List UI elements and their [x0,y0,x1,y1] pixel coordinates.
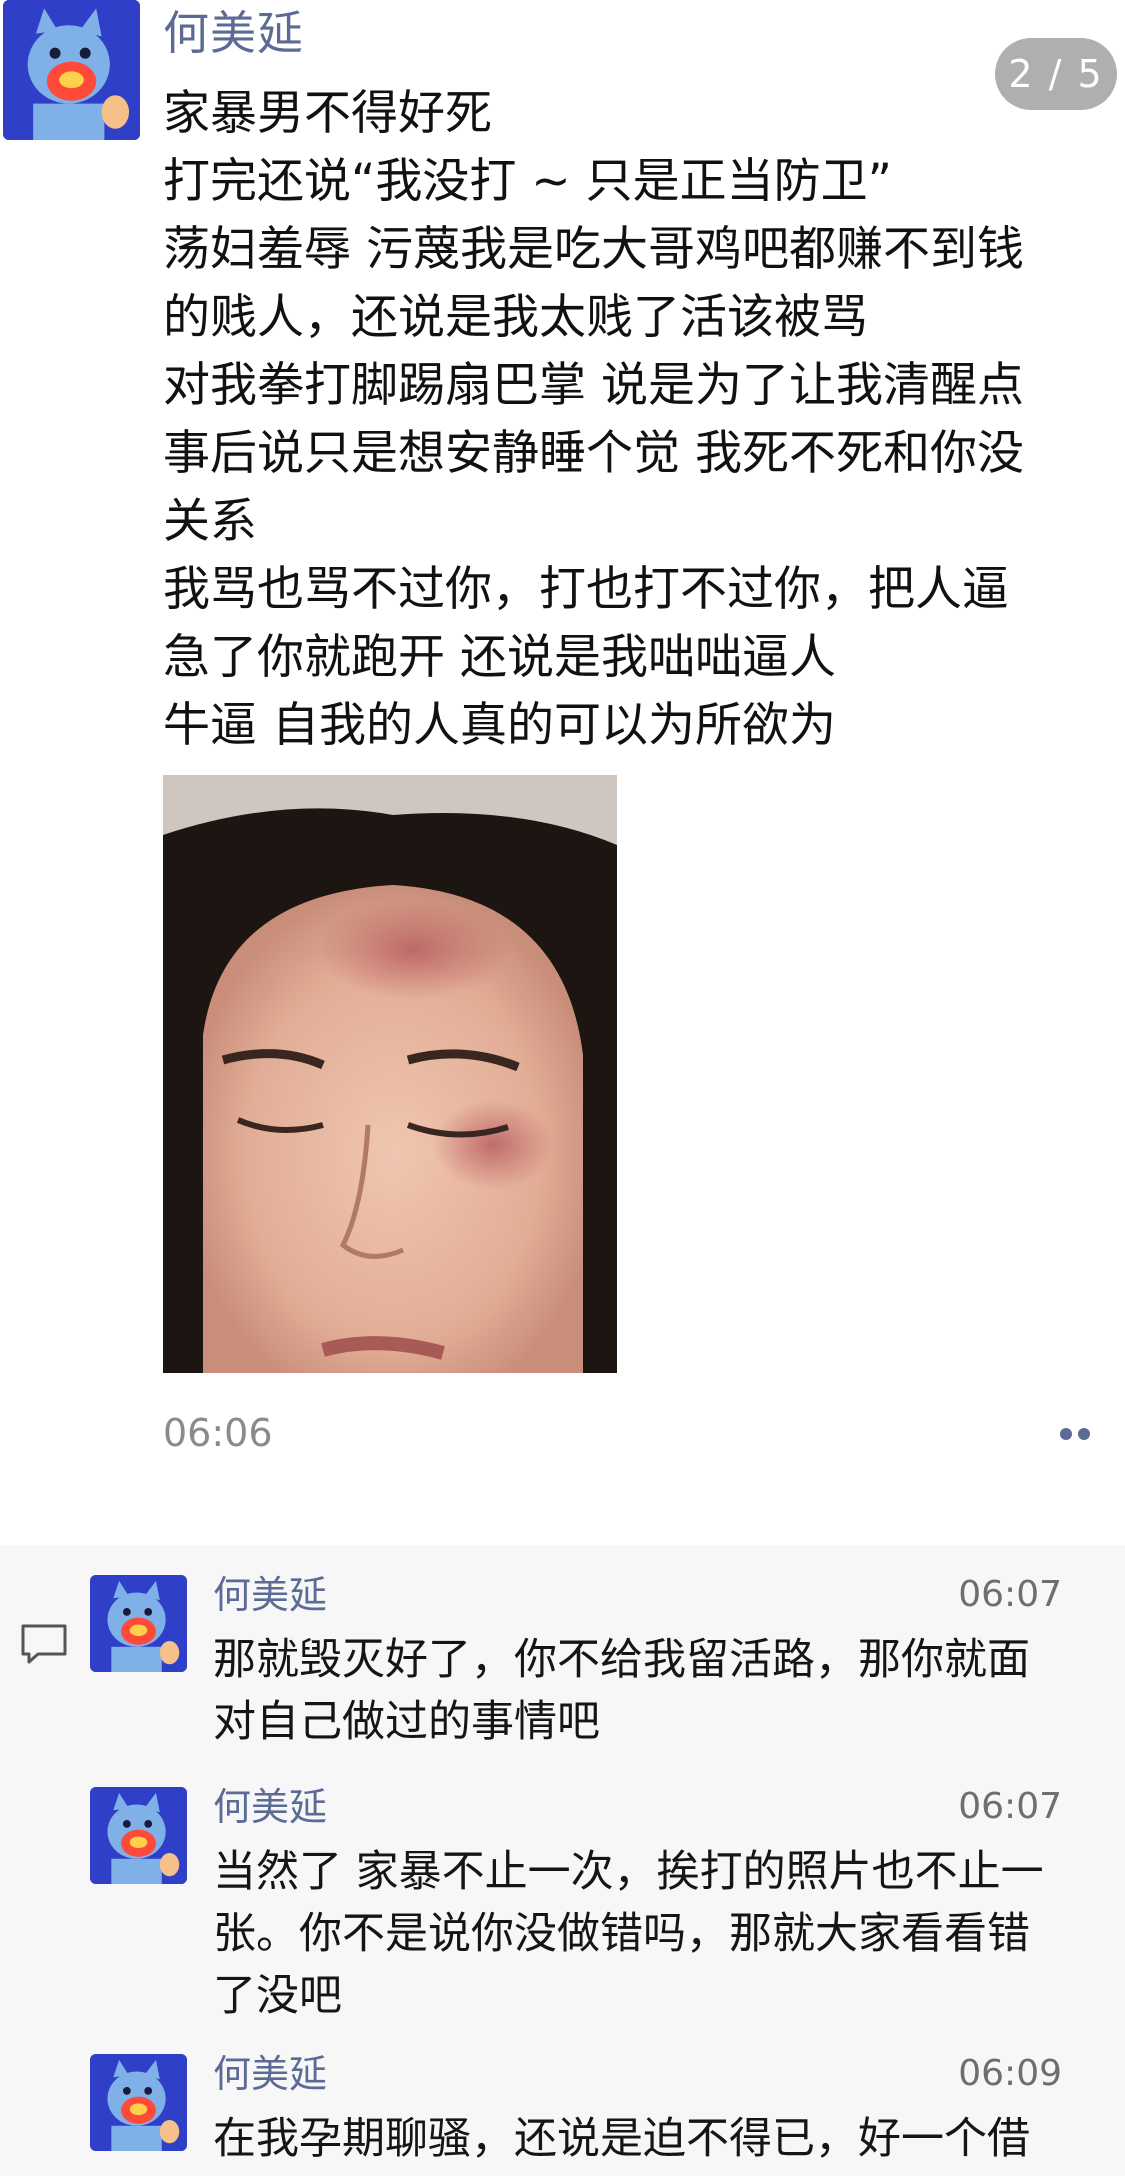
comment-item[interactable]: 何美延 06:09 在我孕期聊骚，还说是迫不得已，好一个借 [90,2034,1125,2176]
comment-text: 在我孕期聊骚，还说是迫不得已，好一个借 [213,2108,1073,2170]
commenter-avatar[interactable] [90,1787,187,1884]
cartoon-avatar-icon [90,1575,187,1672]
comment-timestamp: 06:07 [958,1574,1062,1615]
post-timestamp: 06:06 [163,1411,273,1455]
post-line: 关系 [163,494,257,549]
commenter-name[interactable]: 何美延 [213,2048,327,2100]
comment-line: 那就毁灭好了，你不给我留活路，那你就面 [213,1635,1030,1685]
post-text: 家暴男不得好死 打完还说“我没打 ~ 只是正当防卫” 荡妇羞辱 污蔑我是吃大哥鸡… [163,80,1113,760]
post-line: 急了你就跑开 还说是我咄咄逼人 [163,630,836,685]
commenter-avatar[interactable] [90,1575,187,1672]
photo-image [163,775,617,1373]
comments-section: 何美延 06:07 那就毁灭好了，你不给我留活路，那你就面 对自己做过的事情吧 … [0,1545,1125,2176]
comment-line: 了没吧 [213,1971,342,2021]
comment-line: 当然了 家暴不止一次，挨打的照片也不止一 [213,1847,1044,1897]
commenter-name[interactable]: 何美延 [213,1569,327,1621]
comment-item[interactable]: 何美延 06:07 那就毁灭好了，你不给我留活路，那你就面 对自己做过的事情吧 [90,1555,1125,1755]
post-line: 我骂也骂不过你，打也打不过你，把人逼 [163,562,1009,617]
comment-timestamp: 06:07 [958,1786,1062,1827]
post-line: 荡妇羞辱 污蔑我是吃大哥鸡吧都赚不到钱 [163,222,1024,277]
author-avatar[interactable] [3,0,140,140]
post-line: 的贱人，还说是我太贱了活该被骂 [163,290,868,345]
commenter-avatar[interactable] [90,2054,187,2151]
cartoon-avatar-icon [90,1787,187,1884]
comment-line: 对自己做过的事情吧 [213,1697,600,1747]
post-line: 打完还说“我没打 ~ 只是正当防卫” [163,154,892,209]
comment-timestamp: 06:09 [958,2053,1062,2094]
comment-line: 张。你不是说你没做错吗，那就大家看看错 [213,1909,1030,1959]
comment-text: 那就毁灭好了，你不给我留活路，那你就面 对自己做过的事情吧 [213,1629,1073,1753]
post-line: 牛逼 自我的人真的可以为所欲为 [163,698,836,753]
post-photo[interactable] [163,775,617,1373]
post-line: 对我拳打脚踢扇巴掌 说是为了让我清醒点 [163,358,1024,413]
cartoon-avatar-icon [90,2054,187,2151]
cartoon-avatar-icon [3,0,140,140]
commenter-name[interactable]: 何美延 [213,1781,327,1833]
comment-text: 当然了 家暴不止一次，挨打的照片也不止一 张。你不是说你没做错吗，那就大家看看错… [213,1841,1073,2027]
comment-line: 在我孕期聊骚，还说是迫不得已，好一个借 [213,2114,1030,2164]
more-dots-icon[interactable] [1052,1420,1098,1446]
post-line: 家暴男不得好死 [163,86,492,141]
comment-bubble-icon [21,1624,67,1664]
moment-post: 何美延 2 / 5 家暴男不得好死 打完还说“我没打 ~ 只是正当防卫” 荡妇羞… [0,0,1125,1545]
comment-item[interactable]: 何美延 06:07 当然了 家暴不止一次，挨打的照片也不止一 张。你不是说你没做… [90,1767,1125,2027]
post-line: 事后说只是想安静睡个觉 我死不死和你没 [163,426,1024,481]
author-name[interactable]: 何美延 [163,2,304,64]
